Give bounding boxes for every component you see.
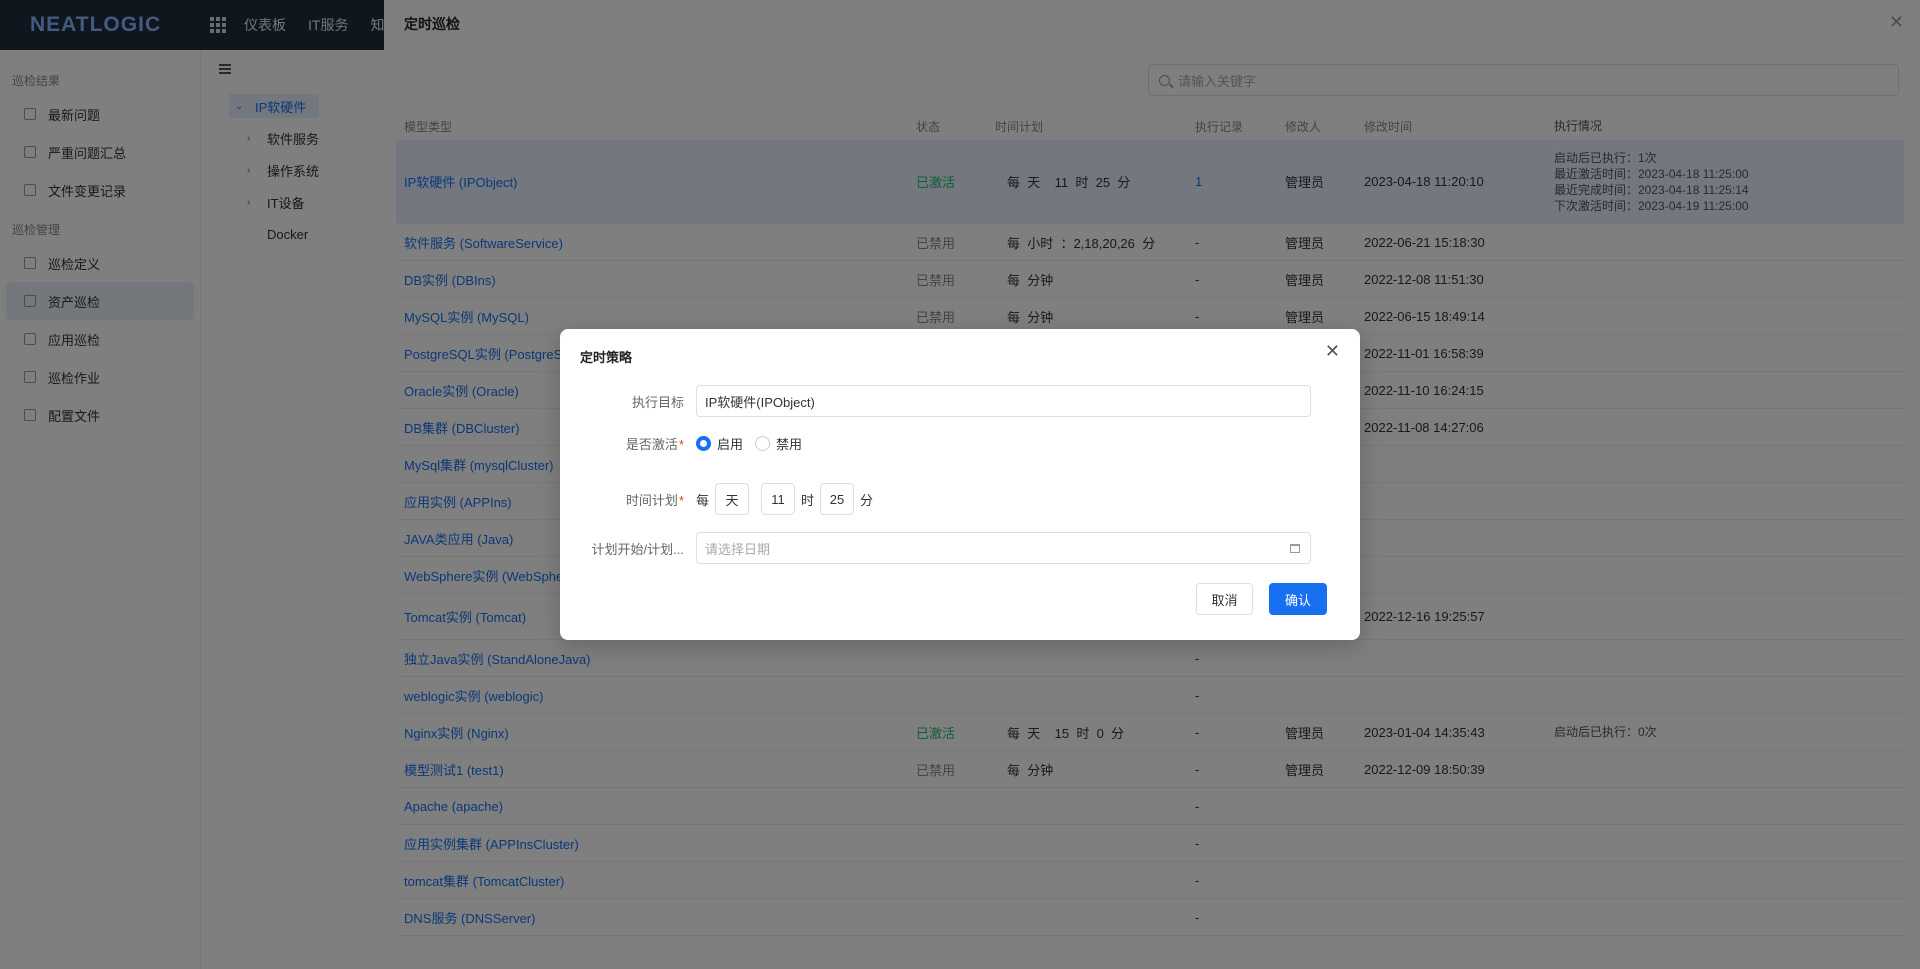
form-row-date-range: 计划开始/计划... 请选择日期 <box>560 532 1311 564</box>
calendar-icon <box>1290 543 1300 553</box>
minute-input[interactable]: 25 <box>820 483 855 515</box>
field-label: 时间计划* <box>625 492 684 508</box>
field-label: 计划开始/计划... <box>591 541 684 557</box>
field-label: 是否激活* <box>625 437 684 452</box>
cancel-button[interactable]: 取消 <box>1196 583 1253 615</box>
form-row-target: 执行目标 IP软硬件(IPObject) <box>560 385 1311 417</box>
modal-title: 定时策略 <box>580 350 633 365</box>
target-field[interactable]: IP软硬件(IPObject) <box>696 385 1311 417</box>
unit-select[interactable]: 天 <box>715 483 750 515</box>
date-range-picker[interactable]: 请选择日期 <box>696 532 1311 564</box>
hour-input[interactable]: 11 <box>761 483 796 515</box>
date-placeholder: 请选择日期 <box>705 541 771 557</box>
minute-unit-label: 分 <box>860 492 874 508</box>
confirm-button[interactable]: 确认 <box>1269 583 1327 615</box>
form-row-active: 是否激活* 启用 禁用 <box>560 434 814 453</box>
field-label: 执行目标 <box>631 394 684 410</box>
radio-checked-icon <box>696 436 711 451</box>
hour-unit-label: 时 <box>801 492 815 508</box>
form-row-schedule: 时间计划* 每 天 11 时 25 分 <box>560 483 873 515</box>
schedule-policy-modal: 定时策略 ✕ 执行目标 IP软硬件(IPObject) 是否激活* 启用 禁用 … <box>560 329 1360 640</box>
every-label: 每 <box>696 492 710 508</box>
radio-unchecked-icon <box>755 436 771 451</box>
enable-radio[interactable]: 启用 <box>696 434 743 453</box>
disable-radio[interactable]: 禁用 <box>755 434 802 453</box>
close-icon[interactable]: ✕ <box>1325 341 1340 362</box>
